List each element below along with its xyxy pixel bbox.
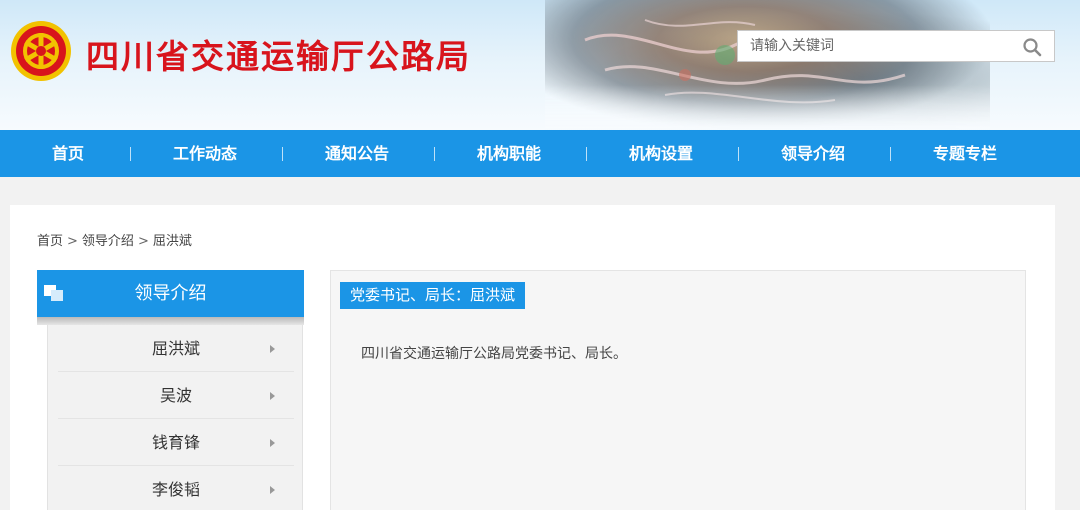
- sidebar-item-li-juntao[interactable]: 李俊韬: [58, 466, 294, 510]
- arrow-right-icon: [270, 439, 275, 447]
- sidebar-item-label: 李俊韬: [151, 480, 200, 499]
- search-icon[interactable]: [1022, 37, 1042, 57]
- nav-item-work-news[interactable]: 工作动态: [129, 130, 281, 177]
- sidebar-item-wu-bo[interactable]: 吴波: [58, 372, 294, 419]
- breadcrumb-separator: >: [137, 234, 149, 249]
- leader-description: 四川省交通运输厅公路局党委书记、局长。: [361, 346, 627, 362]
- sidebar-title: 领导介绍: [134, 283, 207, 304]
- emblem-icon: [11, 21, 71, 81]
- breadcrumb-separator: >: [67, 234, 78, 249]
- nav-item-special-topics[interactable]: 专题专栏: [889, 130, 1041, 177]
- sidebar-header: 领导介绍: [37, 270, 304, 317]
- breadcrumb-current: 屈洪斌: [152, 234, 192, 249]
- breadcrumb: 首页 > 领导介绍 > 屈洪斌: [37, 230, 192, 249]
- nav-item-leaders[interactable]: 领导介绍: [737, 130, 889, 177]
- nav-item-functions[interactable]: 机构职能: [433, 130, 585, 177]
- sidebar-header-shadow: [37, 317, 304, 325]
- sidebar-item-label: 吴波: [159, 386, 192, 405]
- breadcrumb-leaders[interactable]: 领导介绍: [82, 234, 134, 249]
- sidebar-list: 屈洪斌 吴波 钱育锋 李俊韬: [47, 325, 303, 510]
- header-banner-image: [545, 0, 990, 130]
- main-nav: 首页 工作动态 通知公告 机构职能 机构设置 领导介绍 专题专栏: [0, 130, 1080, 177]
- main-panel: 首页 > 领导介绍 > 屈洪斌 领导介绍 屈洪斌 吴波 钱育锋 李俊韬 党委书记、局长：…: [10, 205, 1055, 510]
- nav-item-home[interactable]: 首页: [0, 130, 144, 177]
- arrow-right-icon: [270, 345, 275, 353]
- leader-title-tag: 党委书记、局长：屈洪斌: [340, 282, 526, 309]
- nav-item-organization[interactable]: 机构设置: [585, 130, 737, 177]
- search-box: [737, 30, 1055, 62]
- mountain-road-image: [584, 19, 906, 104]
- breadcrumb-home[interactable]: 首页: [37, 234, 63, 249]
- arrow-right-icon: [270, 392, 275, 400]
- arrow-right-icon: [270, 486, 275, 494]
- content-area: 党委书记、局长：屈洪斌 四川省交通运输厅公路局党委书记、局长。: [330, 270, 1026, 510]
- sidebar-item-label: 屈洪斌: [151, 339, 200, 358]
- sidebar-item-qu-hongbin[interactable]: 屈洪斌: [58, 325, 294, 372]
- nav-item-notices[interactable]: 通知公告: [281, 130, 433, 177]
- site-header: 四川省交通运输厅公路局: [0, 0, 1080, 130]
- sidebar-item-qian-yufeng[interactable]: 钱育锋: [58, 419, 294, 466]
- search-input[interactable]: [750, 31, 1010, 61]
- site-title: 四川省交通运输厅公路局: [86, 37, 471, 76]
- sidebar-item-label: 钱育锋: [151, 433, 200, 452]
